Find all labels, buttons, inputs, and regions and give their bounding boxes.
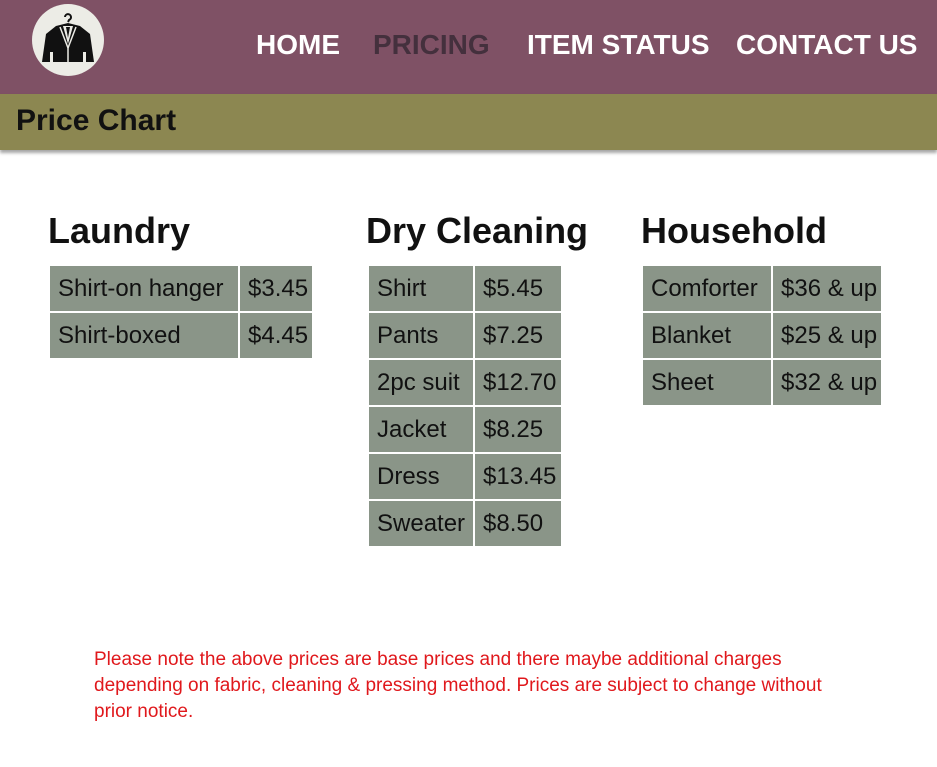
- pricing-disclaimer: Please note the above prices are base pr…: [94, 649, 822, 722]
- item-name: Dress: [367, 452, 475, 501]
- item-price: $8.25: [473, 405, 563, 454]
- item-name: Shirt-boxed: [48, 311, 240, 360]
- section-bar: Price Chart: [0, 94, 937, 150]
- item-price: $25 & up: [771, 311, 883, 360]
- table-row: Sheet $32 & up: [641, 358, 883, 407]
- item-name: Sweater: [367, 499, 475, 548]
- item-price: $12.70: [473, 358, 563, 407]
- nav-home[interactable]: HOME: [256, 28, 340, 62]
- laundry-price-table: Shirt-on hanger $3.45 Shirt-boxed $4.45: [48, 264, 314, 360]
- nav-pricing[interactable]: PRICING: [373, 28, 490, 62]
- nav-item-status[interactable]: ITEM STATUS: [527, 28, 710, 62]
- laundry-heading: Laundry: [48, 210, 191, 251]
- item-name: Blanket: [641, 311, 773, 360]
- item-price: $5.45: [473, 264, 563, 313]
- table-row: Dress $13.45: [367, 452, 563, 501]
- table-row: 2pc suit $12.70: [367, 358, 563, 407]
- item-price: $32 & up: [771, 358, 883, 407]
- item-price: $13.45: [473, 452, 563, 501]
- table-row: Shirt-on hanger $3.45: [48, 264, 314, 313]
- table-row: Shirt-boxed $4.45: [48, 311, 314, 360]
- item-price: $8.50: [473, 499, 563, 548]
- nav-contact-us[interactable]: CONTACT US: [736, 28, 917, 62]
- table-row: Pants $7.25: [367, 311, 563, 360]
- item-name: Comforter: [641, 264, 773, 313]
- item-price: $7.25: [473, 311, 563, 360]
- item-name: 2pc suit: [367, 358, 475, 407]
- item-name: Shirt: [367, 264, 475, 313]
- table-row: Sweater $8.50: [367, 499, 563, 548]
- dry-cleaning-heading: Dry Cleaning: [366, 210, 589, 251]
- item-name: Sheet: [641, 358, 773, 407]
- item-price: $4.45: [238, 311, 314, 360]
- logo[interactable]: [32, 4, 104, 76]
- item-name: Shirt-on hanger: [48, 264, 240, 313]
- table-row: Comforter $36 & up: [641, 264, 883, 313]
- dry-cleaning-price-table: Shirt $5.45 Pants $7.25 2pc suit $12.70 …: [367, 264, 563, 548]
- table-row: Jacket $8.25: [367, 405, 563, 454]
- item-price: $3.45: [238, 264, 314, 313]
- suit-on-hanger-icon: [42, 13, 94, 62]
- page-title: Price Chart: [16, 104, 177, 137]
- site-header: HOME PRICING ITEM STATUS CONTACT US: [0, 0, 937, 94]
- item-name: Pants: [367, 311, 475, 360]
- table-row: Shirt $5.45: [367, 264, 563, 313]
- household-price-table: Comforter $36 & up Blanket $25 & up Shee…: [641, 264, 883, 407]
- table-row: Blanket $25 & up: [641, 311, 883, 360]
- household-heading: Household: [641, 210, 827, 251]
- item-price: $36 & up: [771, 264, 883, 313]
- item-name: Jacket: [367, 405, 475, 454]
